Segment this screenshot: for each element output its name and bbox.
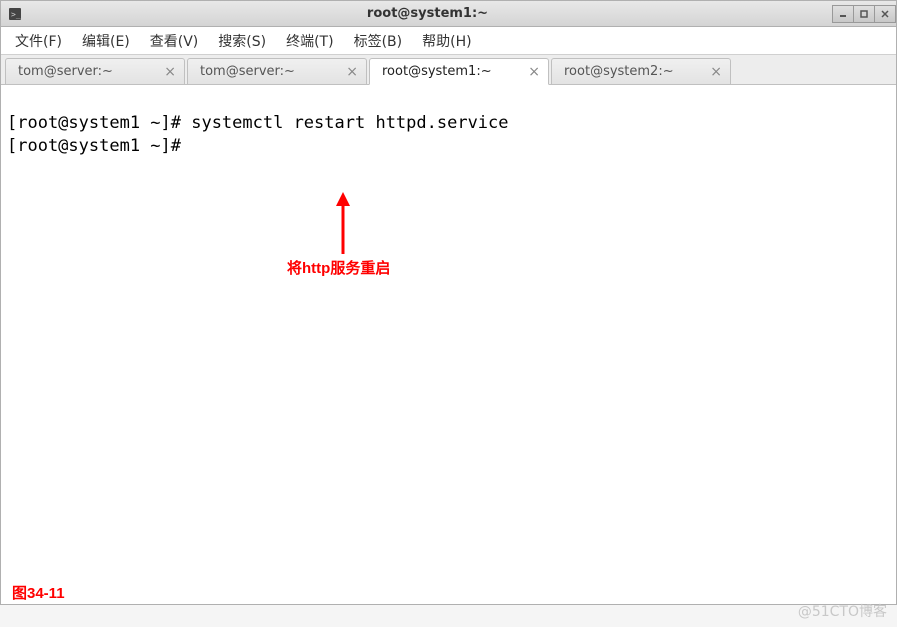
terminal-line: [root@system1 ~]# [7,136,191,156]
terminal-content[interactable]: [root@system1 ~]# systemctl restart http… [1,85,896,604]
tab-3[interactable]: root@system1:~ × [369,58,549,85]
close-icon[interactable]: × [164,65,176,79]
menu-search[interactable]: 搜索(S) [212,27,272,55]
menu-tabs[interactable]: 标签(B) [348,27,409,55]
tab-label: root@system2:~ [564,64,674,79]
menu-file[interactable]: 文件(F) [9,27,68,55]
maximize-button[interactable] [853,5,875,23]
menubar: 文件(F) 编辑(E) 查看(V) 搜索(S) 终端(T) 标签(B) 帮助(H… [1,27,896,55]
tabbar: tom@server:~ × tom@server:~ × root@syste… [1,55,896,85]
tab-label: tom@server:~ [18,64,113,79]
titlebar: >_ root@system1:~ [1,1,896,27]
annotation-arrow-icon [333,192,353,256]
close-button[interactable] [874,5,896,23]
tab-4[interactable]: root@system2:~ × [551,58,731,84]
menu-edit[interactable]: 编辑(E) [76,27,136,55]
terminal-line: [root@system1 ~]# systemctl restart http… [7,113,509,133]
window-title: root@system1:~ [23,6,832,21]
minimize-button[interactable] [832,5,854,23]
menu-help[interactable]: 帮助(H) [416,27,477,55]
tab-label: tom@server:~ [200,64,295,79]
window-controls [832,5,896,23]
app-icon: >_ [7,6,23,22]
menu-view[interactable]: 查看(V) [144,27,205,55]
annotation-text: 将http服务重启 [287,259,390,279]
close-icon[interactable]: × [710,65,722,79]
close-icon[interactable]: × [346,65,358,79]
terminal-window: >_ root@system1:~ 文件(F) 编辑(E) 查看(V) 搜索(S… [0,0,897,605]
tab-1[interactable]: tom@server:~ × [5,58,185,84]
close-icon[interactable]: × [528,65,540,79]
tab-2[interactable]: tom@server:~ × [187,58,367,84]
tab-label: root@system1:~ [382,64,492,79]
menu-terminal[interactable]: 终端(T) [280,27,339,55]
svg-text:>_: >_ [11,10,21,19]
